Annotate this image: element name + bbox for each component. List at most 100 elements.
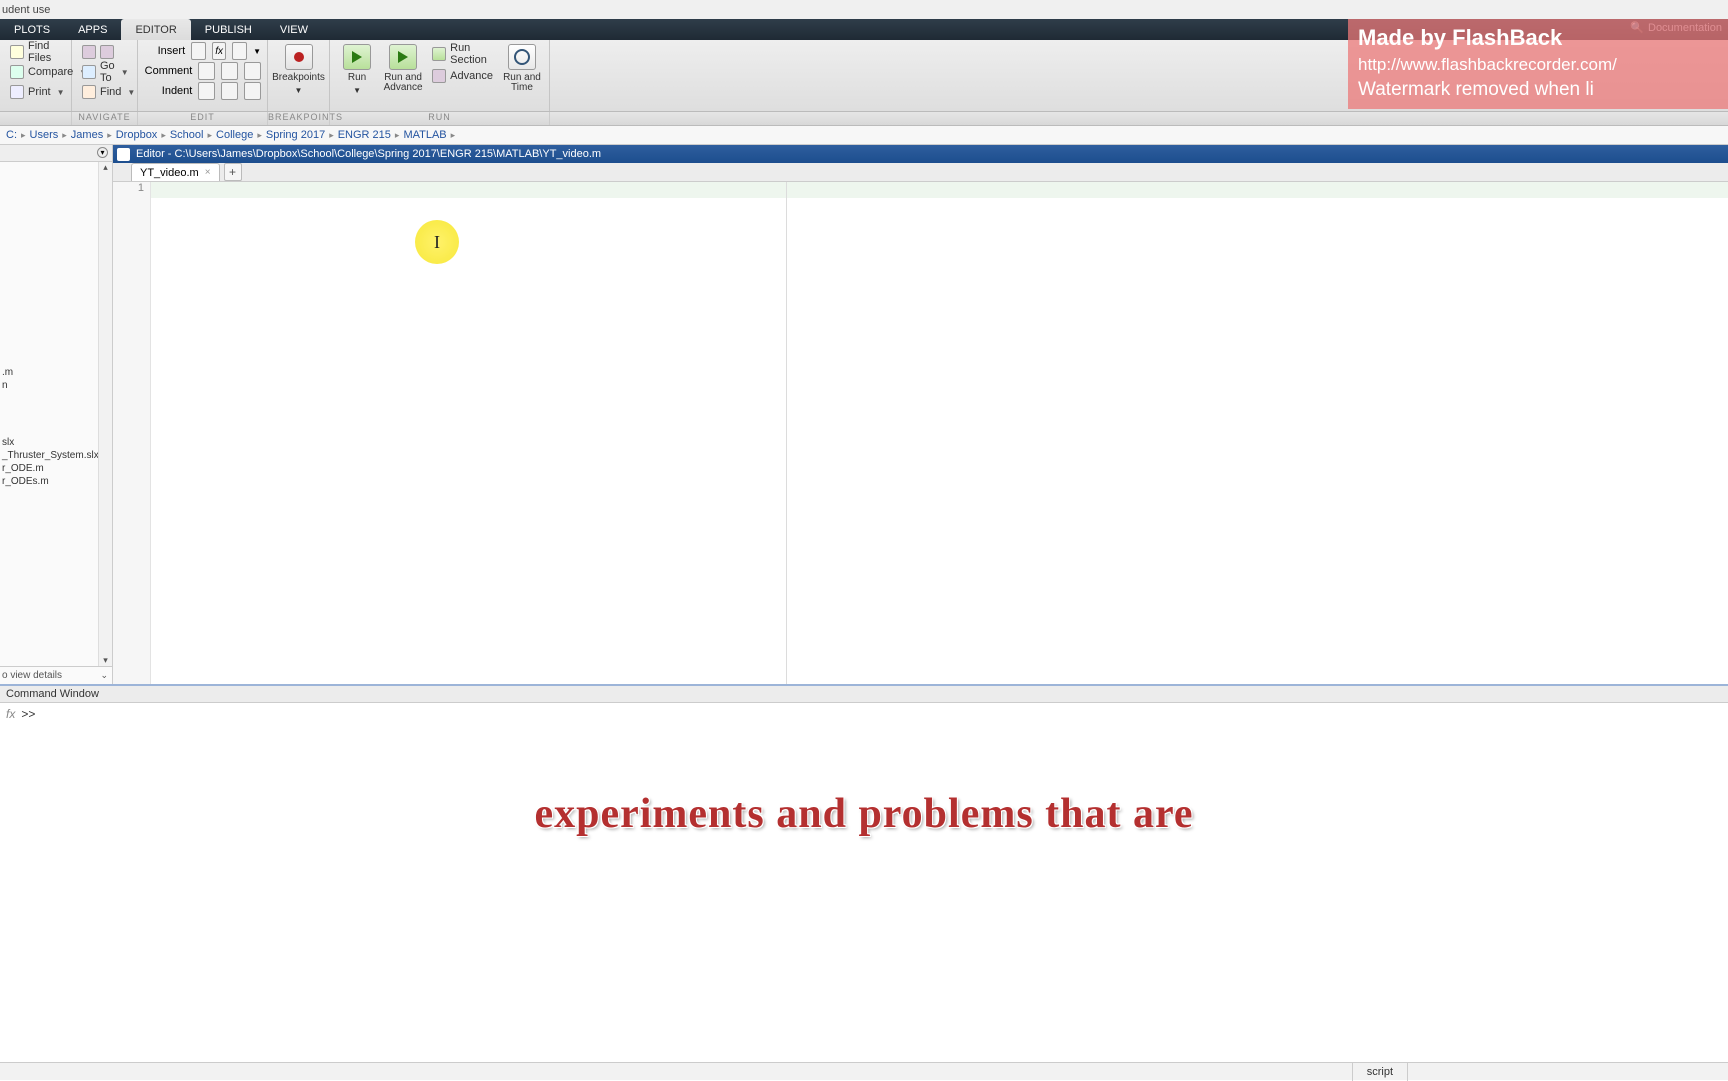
print-icon [10,85,24,99]
scrollbar[interactable]: ▴ ▾ [98,162,112,666]
line-number: 1 [113,182,150,198]
bc-5[interactable]: College [216,129,253,141]
wrap-comment-button[interactable] [244,62,261,80]
uncomment-button[interactable] [221,62,238,80]
ribbon-group-edit: Insert fx ▼ Comment Indent [138,40,268,111]
file-item[interactable]: n [0,379,98,392]
editor-icon [117,148,130,161]
tab-editor[interactable]: EDITOR [121,19,190,40]
arrow-right-icon [100,45,114,59]
group-label-run: RUN [330,112,550,125]
file-tabs: YT_video.m × + [113,163,1728,182]
run-section-button[interactable]: Run Section [428,44,497,64]
comment-label: Comment [144,65,192,77]
find-files-label: Find Files [28,40,61,64]
nav-back-fwd[interactable] [78,42,131,62]
ribbon-group-breakpoints: Breakpoints ▼ [268,40,330,111]
chevron-right-icon: ▸ [107,130,112,141]
find-files-button[interactable]: Find Files [6,42,65,62]
advance-button[interactable]: Advance [428,66,497,86]
file-item[interactable]: r_ODE.m [0,462,98,475]
bc-8[interactable]: MATLAB [403,129,446,141]
bc-4[interactable]: School [170,129,204,141]
code-line[interactable] [151,182,1728,198]
line-gutter: 1 [113,182,151,684]
run-time-button[interactable]: Run and Time [501,42,543,93]
chevron-right-icon: ▸ [62,130,67,141]
status-mode: script [1352,1063,1408,1081]
bc-1[interactable]: Users [30,129,59,141]
details-panel: o view details ⌄ [0,666,112,684]
file-tab[interactable]: YT_video.m × [131,163,220,181]
run-section-icon [432,47,446,61]
chevron-right-icon: ▸ [21,130,26,141]
bc-0[interactable]: C: [6,129,17,141]
ribbon-group-file: Find Files Compare▼ Print ▼ [0,40,72,111]
insert-more-button[interactable] [232,42,247,60]
goto-label: Go To [100,60,115,84]
breakpoints-button[interactable]: Breakpoints ▼ [271,42,327,95]
add-tab-button[interactable]: + [224,163,242,181]
outdent-button[interactable] [221,82,238,100]
file-item[interactable]: r_ODEs.m [0,475,98,488]
chevron-down-icon: ▼ [127,88,135,97]
comment-button[interactable] [198,62,215,80]
ribbon-group-run: Run ▼ Run and Advance Run Section Advanc… [330,40,550,111]
run-advance-label: Run and Advance [382,73,424,93]
group-label-edit: EDIT [138,112,268,125]
tab-view[interactable]: VIEW [266,19,322,40]
chevron-down-icon[interactable]: ⌄ [100,670,108,681]
scroll-down-icon[interactable]: ▾ [103,655,108,666]
scroll-up-icon[interactable]: ▴ [103,162,108,173]
chevron-down-icon: ▼ [57,88,65,97]
compare-icon [10,65,24,79]
file-item[interactable]: slx [0,436,98,449]
find-label: Find [100,86,121,98]
indent-button[interactable] [198,82,215,100]
panel-menu-icon[interactable]: ▾ [97,147,108,158]
find-files-icon [10,45,24,59]
chevron-right-icon: ▸ [207,130,212,141]
chevron-right-icon: ▸ [395,130,400,141]
file-item[interactable]: .m [0,366,98,379]
find-button[interactable]: Find▼ [78,82,131,102]
tab-apps[interactable]: APPS [64,19,121,40]
insert-section-button[interactable] [191,42,206,60]
print-button[interactable]: Print ▼ [6,82,65,102]
run-section-label: Run Section [450,42,493,66]
goto-button[interactable]: Go To ▼ [78,62,131,82]
chevron-down-icon: ▼ [121,68,129,77]
editor-titlebar: Editor - C:\Users\James\Dropbox\School\C… [113,145,1728,163]
print-label: Print [28,86,51,98]
run-time-label: Run and Time [501,73,543,93]
breadcrumb: C:▸ Users▸ James▸ Dropbox▸ School▸ Colle… [0,126,1728,145]
indent-label: Indent [144,85,192,97]
tab-plots[interactable]: PLOTS [0,19,64,40]
search-icon [82,85,96,99]
editor-title-text: Editor - C:\Users\James\Dropbox\School\C… [136,148,601,160]
close-icon[interactable]: × [205,167,211,178]
run-button[interactable]: Run ▼ [336,42,378,95]
code-editor[interactable]: 1 I [113,182,1728,684]
chevron-right-icon: ▸ [451,130,456,141]
watermark-line1: Made by FlashBack [1358,25,1718,51]
bc-2[interactable]: James [71,129,103,141]
command-window-body[interactable]: fx >> [0,703,1728,863]
breakpoint-icon [285,44,313,70]
ribbon-group-labels: NAVIGATE EDIT BREAKPOINTS RUN [0,112,1728,126]
compare-button[interactable]: Compare▼ [6,62,65,82]
watermark-line2: http://www.flashbackrecorder.com/ [1358,55,1718,75]
bc-3[interactable]: Dropbox [116,129,158,141]
file-tab-label: YT_video.m [140,167,199,179]
smart-indent-button[interactable] [244,82,261,100]
bc-7[interactable]: ENGR 215 [338,129,391,141]
cursor-highlight: I [415,220,459,264]
margin-guide [786,182,787,684]
file-item[interactable]: _Thruster_System.slx [0,449,98,462]
watermark-overlay: Made by FlashBack http://www.flashbackre… [1348,19,1728,109]
insert-fx-button[interactable]: fx [212,42,227,60]
tab-publish[interactable]: PUBLISH [191,19,266,40]
bc-6[interactable]: Spring 2017 [266,129,325,141]
run-advance-button[interactable]: Run and Advance [382,42,424,93]
workspace: ▾ .m n slx _Thruster_System.slx r_ODE.m … [0,145,1728,684]
